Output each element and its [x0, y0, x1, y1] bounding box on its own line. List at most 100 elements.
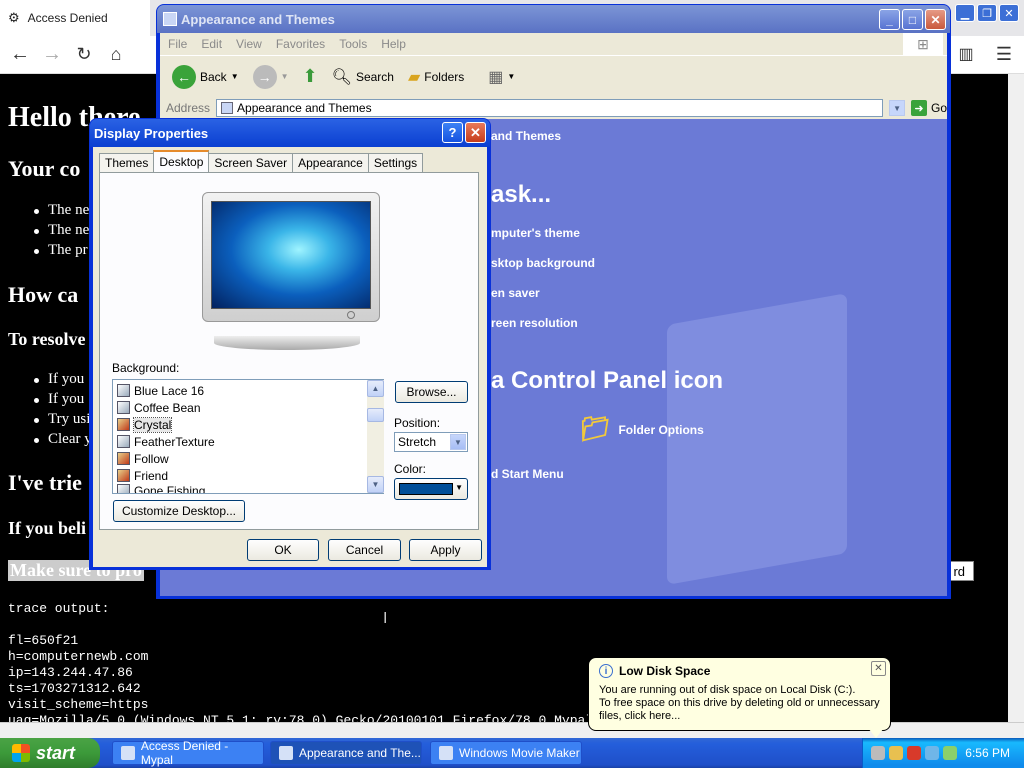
explorer-titlebar[interactable]: Appearance and Themes _ □ ✕	[157, 5, 950, 33]
dialog-title: Display Properties	[94, 125, 209, 141]
control-panel-icon	[221, 102, 234, 114]
tab-screen-saver[interactable]: Screen Saver	[208, 153, 294, 172]
up-folder-button[interactable]: ⬆	[299, 64, 322, 89]
start-button[interactable]: start	[0, 738, 100, 768]
dropdown-icon: ▼	[230, 72, 239, 81]
taskbar-item-browser[interactable]: Access Denied - Mypal	[112, 739, 264, 767]
sidebar-icon[interactable]: ▥	[952, 40, 980, 68]
forward-arrow-icon[interactable]: →	[38, 40, 66, 68]
views-button[interactable]: ▦ ▼	[484, 65, 519, 89]
monitor-stand	[214, 336, 360, 350]
menu-file[interactable]: File	[168, 37, 187, 51]
scroll-up-icon[interactable]: ▲	[367, 380, 384, 397]
balloon-close-icon[interactable]: ✕	[871, 661, 886, 676]
menu-edit[interactable]: Edit	[201, 37, 222, 51]
task-screen-saver[interactable]: en saver	[491, 286, 540, 300]
tab-appearance[interactable]: Appearance	[292, 153, 369, 172]
list-item[interactable]: Follow	[117, 450, 169, 467]
pick-icon-heading: a Control Panel icon	[491, 367, 724, 394]
pattern-file-icon	[117, 484, 130, 493]
reload-icon[interactable]: ↻	[70, 40, 98, 68]
help-button[interactable]: ?	[442, 122, 463, 143]
address-dropdown-icon[interactable]: ▼	[889, 100, 905, 116]
security-shield-icon[interactable]	[907, 746, 921, 760]
go-label: Go	[930, 101, 947, 115]
position-label: Position:	[394, 416, 441, 430]
menu-favorites[interactable]: Favorites	[276, 37, 325, 51]
list-item: If you	[33, 391, 85, 407]
list-item: Try usi	[33, 411, 91, 427]
list-item[interactable]: FeatherTexture	[117, 433, 215, 450]
folders-label: Folders	[424, 69, 465, 84]
scroll-down-icon[interactable]: ▼	[367, 476, 384, 493]
back-button[interactable]: ← Back ▼	[168, 63, 243, 91]
balloon-title: Low Disk Space	[619, 664, 711, 678]
clock[interactable]: 6:56 PM	[965, 746, 1010, 760]
go-button[interactable]: ➜ Go	[910, 100, 947, 116]
browser-maximize-button[interactable]: ❐	[977, 4, 997, 22]
position-select[interactable]: Stretch ▼	[394, 432, 468, 452]
forward-button[interactable]: → ▼	[249, 63, 293, 91]
menu-view[interactable]: View	[236, 37, 262, 51]
browser-close-button[interactable]: ✕	[999, 4, 1019, 22]
browser-minimize-button[interactable]: ▁	[955, 4, 975, 22]
trace-line: fl=650f21	[8, 633, 79, 648]
taskbar-item-movie-maker[interactable]: Windows Movie Maker	[430, 741, 582, 765]
folders-button[interactable]: ▰ Folders	[404, 65, 468, 89]
apply-button[interactable]: Apply	[409, 539, 482, 561]
browser-vertical-scrollbar[interactable]	[1008, 74, 1024, 722]
cancel-button[interactable]: Cancel	[328, 539, 401, 561]
taskbar-start-menu-link[interactable]: d Start Menu	[491, 467, 564, 481]
explorer-minimize-button[interactable]: _	[879, 9, 900, 30]
tab-desktop[interactable]: Desktop	[153, 150, 210, 172]
task-change-theme[interactable]: mputer's theme	[491, 226, 580, 240]
control-panel-icon	[279, 746, 293, 760]
dropdown-icon: ▼	[280, 72, 289, 81]
section-heading-2: How ca	[8, 282, 79, 307]
folder-options-link[interactable]: 📁︎ Folder Options	[580, 415, 704, 444]
explorer-maximize-button[interactable]: □	[902, 9, 923, 30]
list-item[interactable]: Friend	[117, 467, 168, 484]
color-picker-button[interactable]: ▼	[394, 478, 468, 500]
back-arrow-icon[interactable]: ←	[6, 40, 34, 68]
tab-settings[interactable]: Settings	[367, 153, 424, 172]
folders-icon: ▰	[407, 68, 421, 86]
low-disk-balloon[interactable]: i Low Disk Space ✕ You are running out o…	[588, 657, 891, 731]
network-icon[interactable]	[871, 746, 885, 760]
menu-help[interactable]: Help	[381, 37, 406, 51]
start-label: start	[36, 742, 76, 763]
tab-themes[interactable]: Themes	[99, 153, 155, 172]
tab-strip: Themes Desktop Screen Saver Appearance S…	[99, 150, 424, 172]
safely-remove-icon[interactable]	[943, 746, 957, 760]
list-item[interactable]: Gone Fishing	[117, 484, 205, 493]
explorer-toolbar: ← Back ▼ → ▼ ⬆ 🔍︎ Search ▰ Folders ▦ ▼	[160, 55, 947, 97]
background-list-scrollbar[interactable]: ▲ ▼	[367, 380, 384, 493]
ok-button[interactable]: OK	[247, 539, 319, 561]
disk-warning-icon[interactable]	[889, 746, 903, 760]
address-input[interactable]: Appearance and Themes	[216, 99, 884, 117]
customize-desktop-button[interactable]: Customize Desktop...	[113, 500, 245, 522]
background-list[interactable]: Blue Lace 16 Coffee Bean Crystal Feather…	[112, 379, 384, 494]
chevron-down-icon: ▼	[450, 434, 466, 450]
dialog-titlebar[interactable]: Display Properties ? ✕	[90, 119, 490, 147]
browse-button[interactable]: Browse...	[395, 381, 468, 403]
list-item-selected[interactable]: Crystal	[117, 416, 173, 433]
list-item[interactable]: Blue Lace 16	[117, 382, 204, 399]
address-bar: Address Appearance and Themes ▼ ➜ Go	[160, 97, 947, 119]
search-icon: 🔍︎	[331, 68, 352, 86]
task-screen-resolution[interactable]: reen resolution	[491, 316, 578, 330]
home-icon[interactable]: ⌂	[102, 40, 130, 68]
dialog-close-button[interactable]: ✕	[465, 122, 486, 143]
search-button[interactable]: 🔍︎ Search	[328, 65, 398, 89]
task-label: Access Denied - Mypal	[140, 739, 229, 767]
explorer-close-button[interactable]: ✕	[925, 9, 946, 30]
list-item[interactable]: Coffee Bean	[117, 399, 201, 416]
task-change-background[interactable]: sktop background	[491, 256, 595, 270]
control-panel-icon	[163, 12, 177, 26]
browser-tab[interactable]: ⚙ Access Denied	[0, 0, 150, 36]
scroll-thumb[interactable]	[367, 408, 384, 422]
taskbar-item-explorer[interactable]: Appearance and The...	[270, 741, 422, 765]
menu-icon[interactable]: ☰	[990, 40, 1018, 68]
update-icon[interactable]	[925, 746, 939, 760]
menu-tools[interactable]: Tools	[339, 37, 367, 51]
